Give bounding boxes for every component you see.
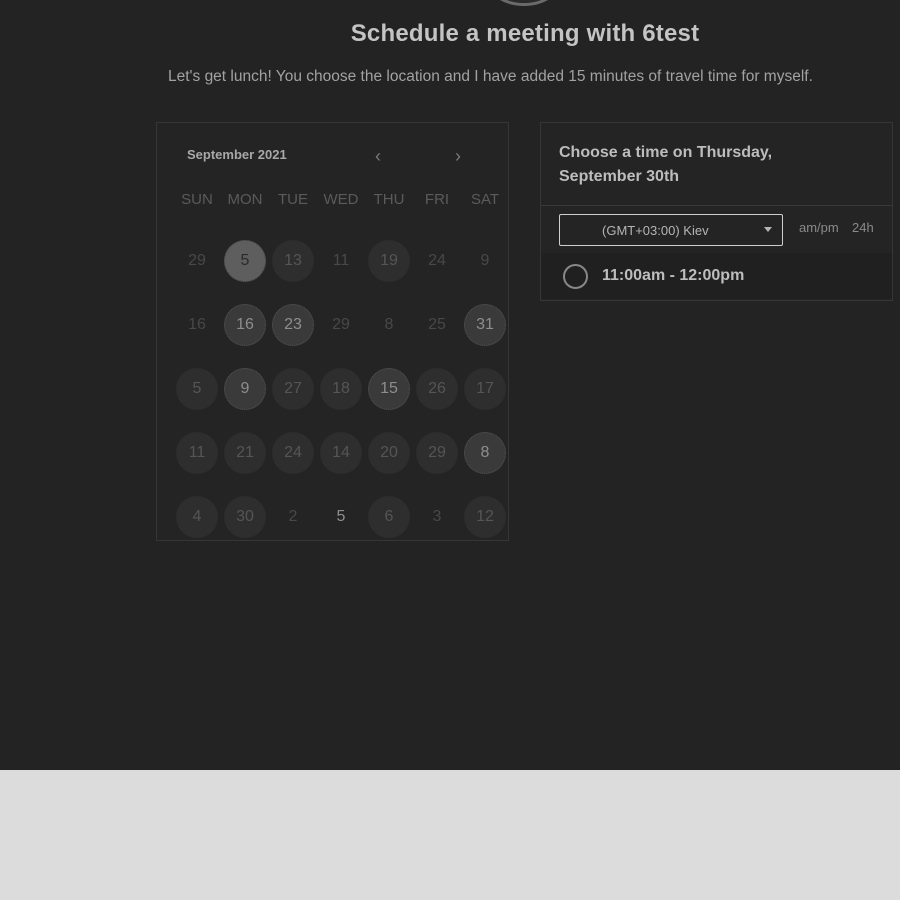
calendar-day[interactable]: 5 <box>320 496 362 538</box>
calendar-cell: 25 <box>413 293 461 357</box>
calendar-cell: 16 <box>221 293 269 357</box>
weekday-label: SUN <box>181 191 213 208</box>
weekday-label: SAT <box>470 191 500 208</box>
calendar-day[interactable]: 12 <box>464 496 506 538</box>
calendar-day: 24 <box>428 252 446 269</box>
calendar-month-label: September 2021 <box>187 147 287 162</box>
calendar-day: 16 <box>188 316 206 333</box>
calendar-day: 2 <box>288 508 298 525</box>
ampm-format-toggle[interactable]: am/pm <box>799 220 839 235</box>
calendar-cell: 5 <box>317 485 365 549</box>
calendar-cell: 20 <box>365 421 413 485</box>
calendar-day[interactable]: 14 <box>320 432 362 474</box>
calendar-day: 29 <box>188 252 206 269</box>
calendar-day[interactable]: 29 <box>416 432 458 474</box>
calendar-cell: 21 <box>221 421 269 485</box>
calendar-day[interactable]: 24 <box>272 432 314 474</box>
calendar-cell: 5 <box>221 229 269 293</box>
caret-down-icon <box>764 227 772 232</box>
calendar-cell: 11 <box>173 421 221 485</box>
calendar-cell: 27 <box>269 357 317 421</box>
calendar-day[interactable]: 21 <box>224 432 266 474</box>
weekday-label: FRI <box>424 191 450 208</box>
calendar-day: 8 <box>384 316 394 333</box>
calendar-day[interactable]: 18 <box>320 368 362 410</box>
prev-month-chevron-icon[interactable]: ‹ <box>375 147 381 165</box>
panel-divider <box>541 205 892 206</box>
calendar-day[interactable]: 16 <box>224 304 266 346</box>
page-description: Let's get lunch! You choose the location… <box>168 68 813 85</box>
calendar-cell: 8 <box>461 421 509 485</box>
calendar-day[interactable]: 26 <box>416 368 458 410</box>
time-slot-panel: Choose a time on Thursday, September 30t… <box>540 122 893 301</box>
host-avatar <box>487 0 561 6</box>
time-slot-label: 11:00am - 12:00pm <box>602 267 745 284</box>
weekday-label: MON <box>227 191 263 208</box>
calendar-cell: 8 <box>365 293 413 357</box>
calendar-day: 11 <box>332 252 350 269</box>
calendar-cell: 4 <box>173 485 221 549</box>
calendar-day[interactable]: 13 <box>272 240 314 282</box>
time-panel-title: Choose a time on Thursday, September 30t… <box>559 144 773 185</box>
calendar-day[interactable]: 5 <box>176 368 218 410</box>
calendar-cell: 3 <box>413 485 461 549</box>
calendar-cell: 2 <box>269 485 317 549</box>
page-title: Schedule a meeting with 6test <box>350 20 700 47</box>
calendar-cell: 23 <box>269 293 317 357</box>
calendar-card: September 2021 ‹ › SUN MON TUE WED THU FRI SAT… <box>156 122 509 541</box>
calendar-day[interactable]: 11 <box>176 432 218 474</box>
calendar-day[interactable]: 6 <box>368 496 410 538</box>
calendar-cell: 18 <box>317 357 365 421</box>
calendar-cell: 29 <box>173 229 221 293</box>
timezone-select[interactable]: (GMT+03:00) Kiev <box>559 214 783 246</box>
calendar-cell: 15 <box>365 357 413 421</box>
next-month-chevron-icon[interactable]: › <box>455 147 461 165</box>
calendar-day[interactable]: 9 <box>224 368 266 410</box>
calendar-cell: 24 <box>413 229 461 293</box>
selected-day[interactable]: 5 <box>224 240 266 282</box>
calendar-day: 3 <box>432 508 442 525</box>
calendar-day[interactable]: 20 <box>368 432 410 474</box>
calendar-day: 29 <box>332 316 350 333</box>
calendar-day[interactable]: 8 <box>464 432 506 474</box>
calendar-cell: 17 <box>461 357 509 421</box>
calendar-day[interactable]: 31 <box>464 304 506 346</box>
calendar-cell: 29 <box>413 421 461 485</box>
calendar-cell: 24 <box>269 421 317 485</box>
calendar-day[interactable]: 15 <box>368 368 410 410</box>
calendar-cell: 30 <box>221 485 269 549</box>
calendar-cell: 31 <box>461 293 509 357</box>
calendar-day[interactable]: 30 <box>224 496 266 538</box>
calendar-cell: 9 <box>461 229 509 293</box>
calendar-cell: 13 <box>269 229 317 293</box>
calendar-day[interactable]: 27 <box>272 368 314 410</box>
calendar-cell: 16 <box>173 293 221 357</box>
calendar-day[interactable]: 23 <box>272 304 314 346</box>
calendar-day: 9 <box>480 252 490 269</box>
calendar-cell: 6 <box>365 485 413 549</box>
calendar-day[interactable]: 19 <box>368 240 410 282</box>
calendar-day-grid: 29 5 13 11 19 24 9 16 16 23 29 8 25 31 5 9 27 18 15 26 17 11 2… <box>173 229 509 549</box>
weekday-header: SUN MON TUE WED THU FRI SAT <box>173 191 509 208</box>
weekday-label: TUE <box>278 191 308 208</box>
calendar-day: 25 <box>428 316 446 333</box>
calendar-cell: 29 <box>317 293 365 357</box>
calendar-cell: 26 <box>413 357 461 421</box>
24h-format-toggle[interactable]: 24h <box>852 220 874 235</box>
calendar-day[interactable]: 4 <box>176 496 218 538</box>
time-slot-option[interactable]: 11:00am - 12:00pm <box>541 253 892 299</box>
weekday-label: THU <box>373 191 405 208</box>
calendar-cell: 14 <box>317 421 365 485</box>
weekday-label: WED <box>323 191 359 208</box>
calendar-cell: 12 <box>461 485 509 549</box>
scheduler-page: Schedule a meeting with 6test Let's get … <box>0 0 900 770</box>
radio-circle-icon[interactable] <box>563 264 588 289</box>
calendar-cell: 11 <box>317 229 365 293</box>
calendar-cell: 9 <box>221 357 269 421</box>
timezone-value: (GMT+03:00) Kiev <box>602 222 709 238</box>
calendar-day[interactable]: 17 <box>464 368 506 410</box>
calendar-cell: 5 <box>173 357 221 421</box>
calendar-cell: 19 <box>365 229 413 293</box>
